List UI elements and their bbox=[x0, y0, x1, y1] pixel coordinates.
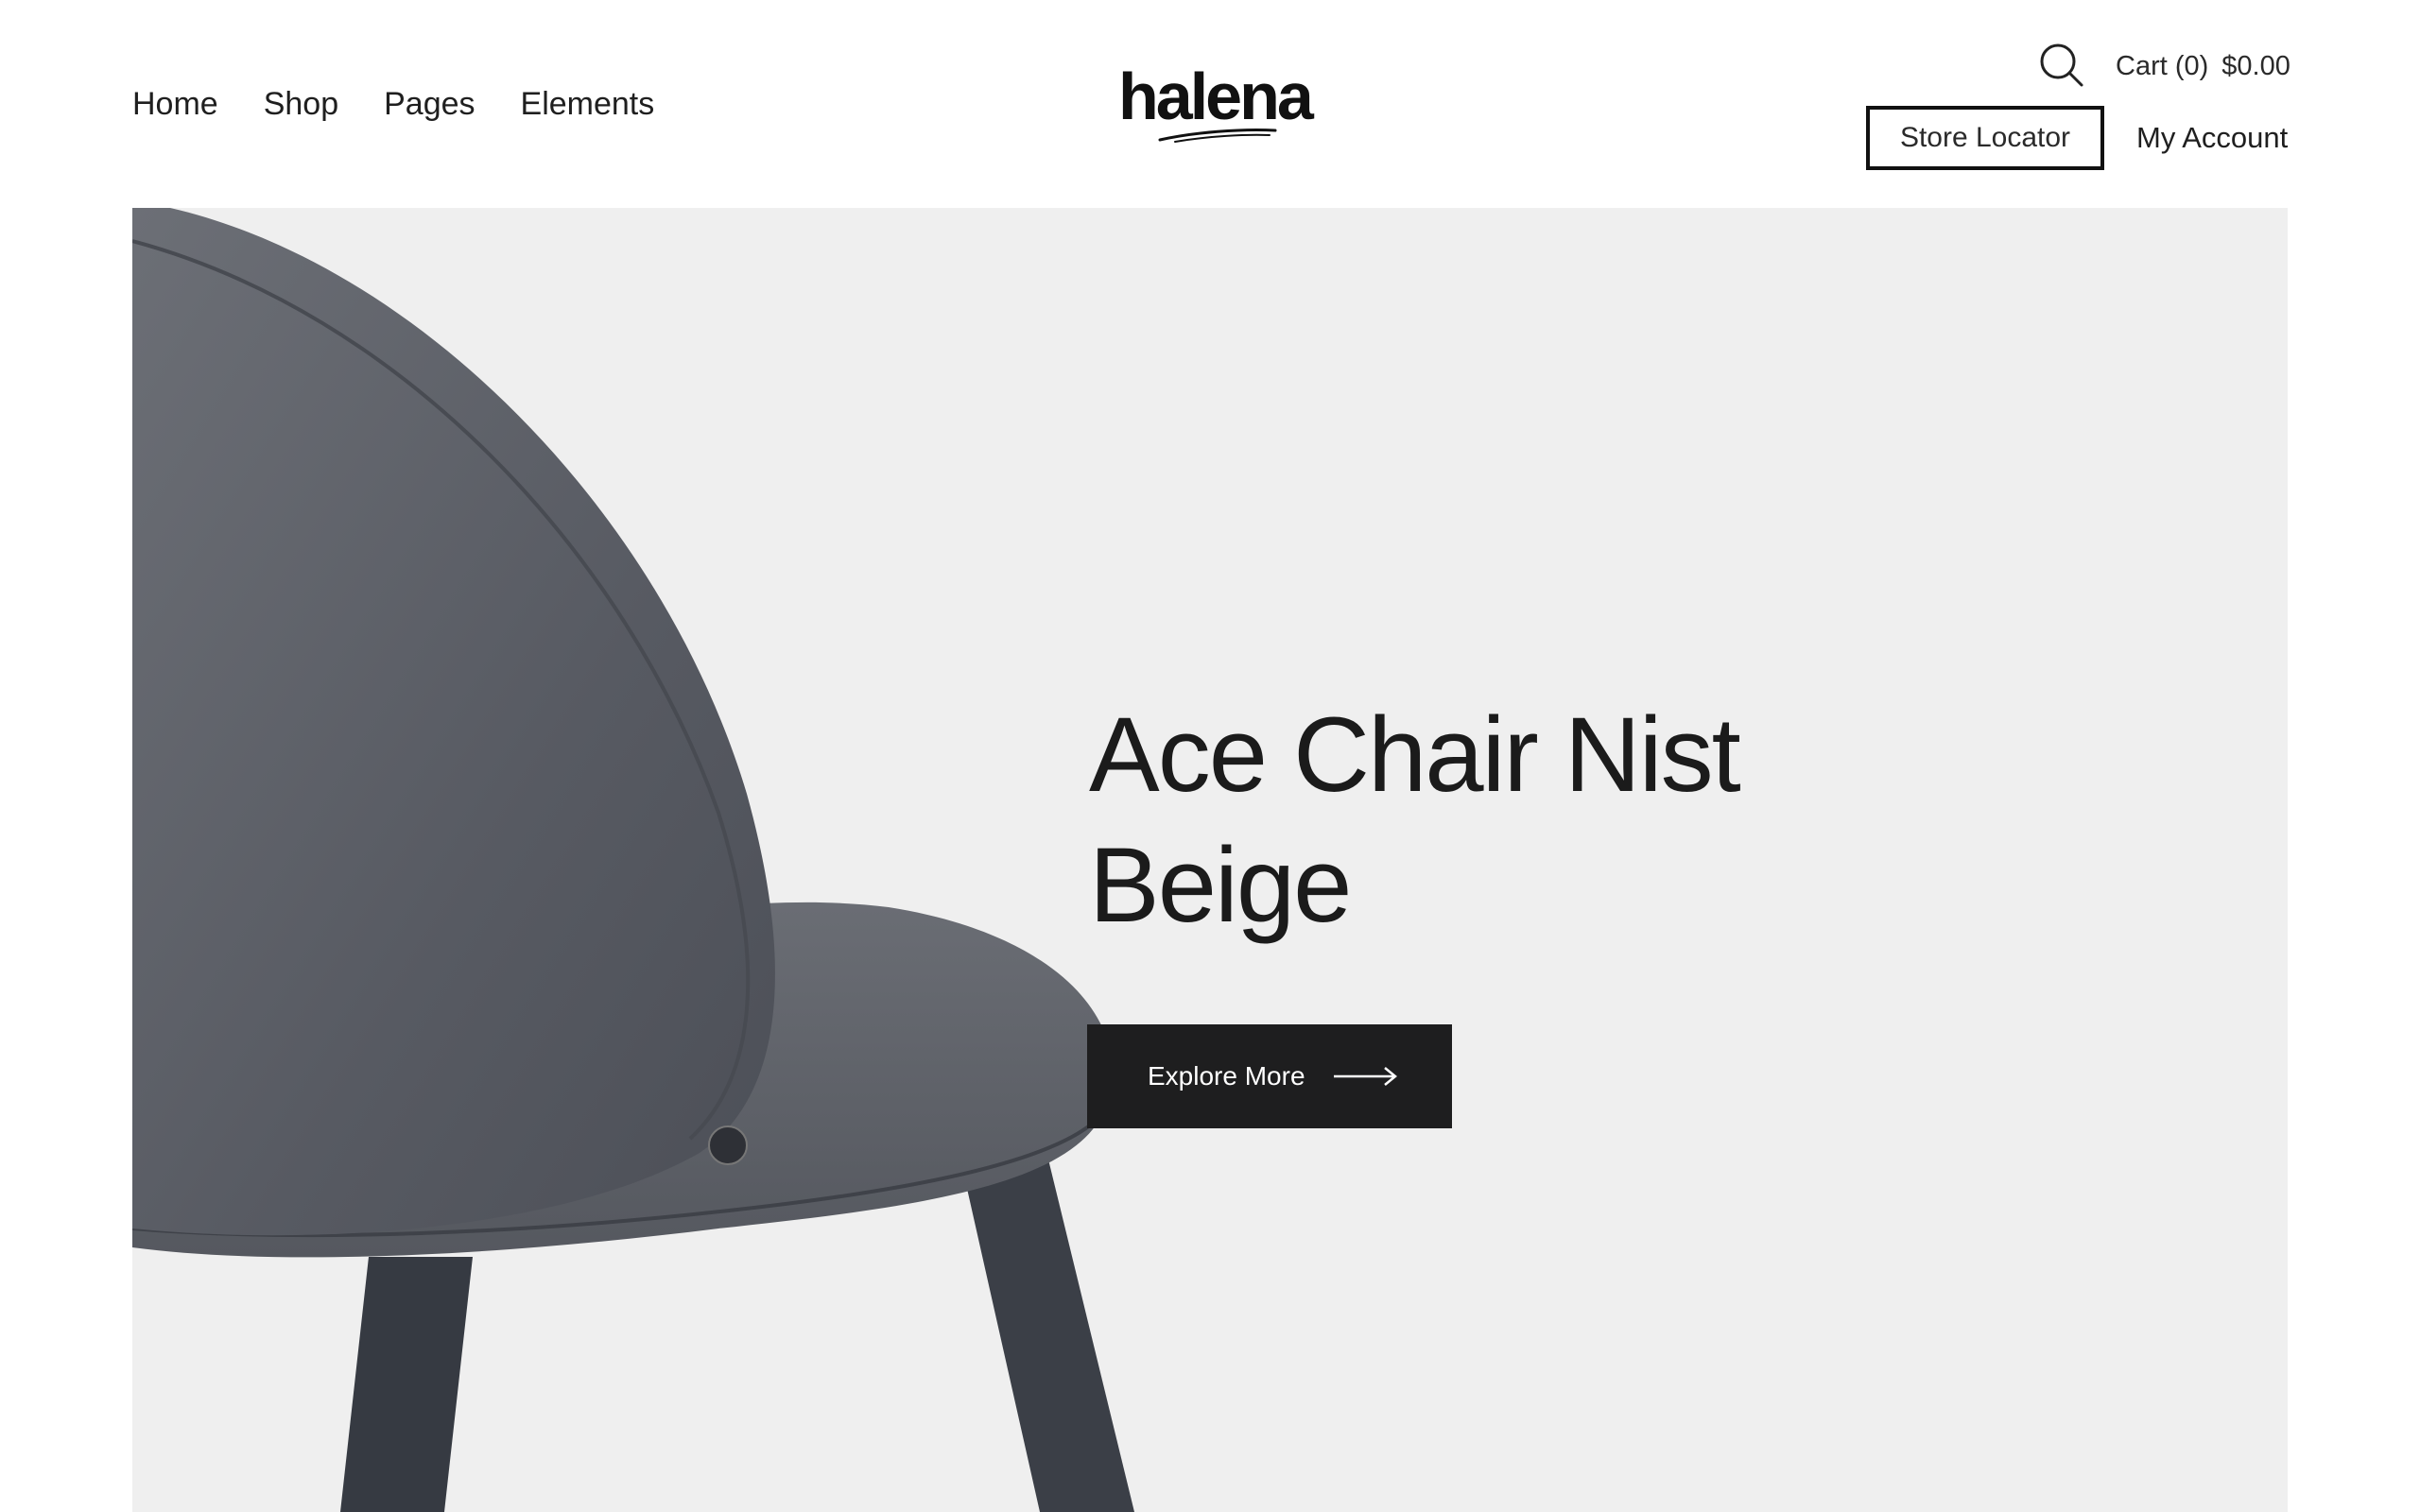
nav-elements[interactable]: Elements bbox=[521, 83, 655, 125]
cart-label: Cart (0) bbox=[2116, 51, 2209, 81]
site-logo[interactable]: halena bbox=[1118, 57, 1314, 151]
hero-title-line2: Beige bbox=[1089, 826, 1352, 944]
nav-pages[interactable]: Pages bbox=[384, 83, 475, 125]
hero-banner: Ace Chair Nist Beige Explore More bbox=[132, 208, 2288, 1512]
main-nav: Home Shop Pages Elements bbox=[132, 83, 654, 125]
site-header: Home Shop Pages Elements halena Cart (0)… bbox=[0, 0, 2420, 208]
cart-link[interactable]: Cart (0) $0.00 bbox=[2116, 47, 2290, 85]
logo-swoosh bbox=[1158, 128, 1277, 143]
cart-total: $0.00 bbox=[2221, 51, 2290, 81]
explore-more-button[interactable]: Explore More bbox=[1087, 1024, 1452, 1128]
hero-title: Ace Chair Nist Beige bbox=[1089, 690, 1940, 951]
explore-more-label: Explore More bbox=[1148, 1061, 1305, 1091]
search-icon[interactable] bbox=[2038, 42, 2085, 89]
hero-title-line1: Ace Chair Nist bbox=[1089, 696, 1741, 814]
nav-shop[interactable]: Shop bbox=[264, 83, 338, 125]
arrow-right-icon bbox=[1333, 1067, 1397, 1086]
my-account-link[interactable]: My Account bbox=[2136, 118, 2288, 158]
store-locator-button[interactable]: Store Locator bbox=[1866, 106, 2104, 170]
nav-home[interactable]: Home bbox=[132, 83, 218, 125]
